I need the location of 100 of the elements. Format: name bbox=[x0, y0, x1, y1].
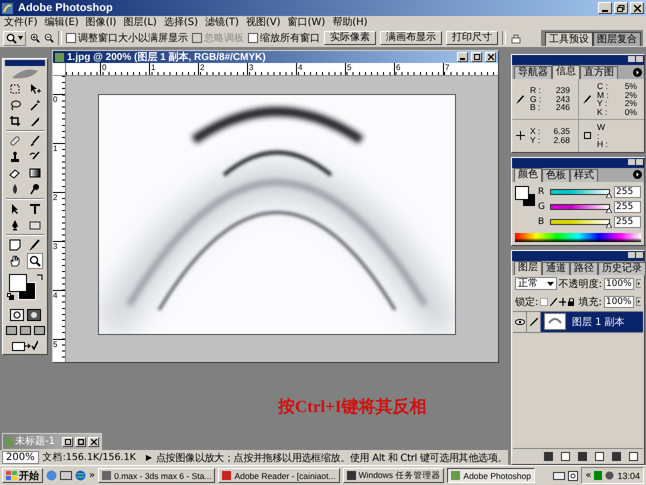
lock-icon[interactable] bbox=[568, 298, 574, 306]
close-button[interactable] bbox=[88, 436, 99, 446]
slider-thumb[interactable] bbox=[606, 222, 612, 228]
marquee-icon[interactable] bbox=[8, 82, 22, 96]
hand-icon[interactable] bbox=[8, 254, 22, 268]
channel-value-field[interactable]: 255 bbox=[614, 216, 641, 228]
palette-minimize-button[interactable] bbox=[628, 252, 635, 258]
swap-arrows-icon[interactable] bbox=[36, 274, 43, 281]
zoom-icon[interactable] bbox=[28, 254, 42, 268]
taskbar-button[interactable]: Adobe Reader - [cainiaot... bbox=[218, 468, 340, 483]
close-button[interactable] bbox=[630, 2, 644, 14]
lock-move-icon[interactable] bbox=[558, 298, 566, 306]
imageready-jump-icon[interactable] bbox=[12, 340, 38, 351]
menu-item[interactable]: 视图(V) bbox=[246, 16, 281, 28]
layer-row[interactable]: 图层 1 副本 bbox=[541, 312, 643, 332]
keyboard-icon[interactable] bbox=[553, 472, 566, 480]
palette-menu-icon[interactable] bbox=[633, 68, 642, 76]
fill-field[interactable]: 100% bbox=[604, 296, 634, 308]
quick-mask-icon[interactable] bbox=[26, 309, 40, 321]
speaker-icon[interactable] bbox=[605, 471, 614, 480]
channel-value-field[interactable]: 255 bbox=[614, 186, 641, 198]
dodge-icon[interactable] bbox=[28, 182, 42, 196]
palette-well-icon[interactable] bbox=[510, 32, 522, 44]
start-button[interactable]: 开始 bbox=[2, 468, 43, 483]
palette-tab[interactable]: 路径 bbox=[570, 262, 598, 274]
color-spectrum-bar[interactable] bbox=[515, 232, 641, 242]
trash-icon[interactable] bbox=[629, 452, 638, 461]
restore-button[interactable] bbox=[614, 2, 628, 14]
palette-tab[interactable]: 信息 bbox=[552, 65, 580, 79]
taskbar-button[interactable]: Windows 任务管理器 bbox=[342, 468, 444, 483]
layer-mask-icon[interactable] bbox=[561, 452, 570, 461]
adjustment-layer-icon[interactable] bbox=[595, 452, 604, 461]
menu-item[interactable]: 选择(S) bbox=[164, 16, 198, 28]
taskbar-button[interactable]: Adobe Photoshop bbox=[447, 468, 535, 483]
menu-item[interactable]: 滤镜(T) bbox=[204, 16, 239, 28]
close-button[interactable] bbox=[485, 52, 496, 62]
standard-mode-icon[interactable] bbox=[10, 309, 24, 321]
menu-item[interactable]: 图层(L) bbox=[123, 16, 157, 28]
lock-transparency-icon[interactable] bbox=[540, 298, 548, 306]
flyout-arrow-icon[interactable] bbox=[636, 279, 641, 288]
lock-brush-icon[interactable] bbox=[550, 298, 557, 306]
palette-tab[interactable]: 历史记录 bbox=[598, 262, 646, 274]
checkbox[interactable] bbox=[66, 33, 76, 43]
zoom-out-icon[interactable] bbox=[44, 33, 54, 43]
opacity-field[interactable]: 100% bbox=[604, 278, 634, 290]
option-button[interactable]: 满画布显示 bbox=[380, 31, 442, 45]
help-icon[interactable] bbox=[568, 470, 578, 480]
status-menu-arrow[interactable]: ▶ bbox=[146, 451, 152, 464]
screen-mode-icon[interactable] bbox=[20, 326, 30, 335]
option-button[interactable]: 实际像素 bbox=[324, 31, 376, 45]
palette-tab[interactable]: 导航器 bbox=[514, 66, 552, 79]
menu-item[interactable]: 帮助(H) bbox=[332, 16, 368, 28]
taskbar-button[interactable]: 0.max - 3ds max 6 - Sta... bbox=[98, 468, 216, 483]
palette-tab[interactable]: 直方图 bbox=[580, 66, 618, 79]
palette-tab[interactable]: 图层 bbox=[514, 260, 542, 274]
palette-tab[interactable]: 样式 bbox=[570, 168, 598, 182]
screen-mode-icon[interactable] bbox=[34, 326, 44, 335]
desktop-icon[interactable] bbox=[60, 470, 72, 480]
channel-value-field[interactable]: 255 bbox=[614, 200, 641, 212]
slider-thumb[interactable] bbox=[606, 208, 612, 212]
tray-expand[interactable]: « bbox=[585, 470, 592, 481]
palette-tab[interactable]: 颜色 bbox=[514, 168, 542, 182]
move-arrow-icon[interactable] bbox=[28, 82, 42, 96]
palette-menu-icon[interactable] bbox=[633, 170, 642, 179]
restore-button[interactable] bbox=[62, 436, 73, 446]
palette-close-button[interactable] bbox=[636, 158, 643, 164]
palette-tab[interactable]: 色板 bbox=[542, 168, 570, 182]
color-swatches[interactable] bbox=[515, 186, 536, 206]
more-quick-launch[interactable]: » bbox=[89, 470, 96, 481]
note-icon[interactable] bbox=[8, 238, 22, 252]
status-indicator-icon[interactable] bbox=[594, 471, 602, 480]
menu-item[interactable]: 编辑(E) bbox=[44, 16, 79, 28]
option-button[interactable]: 打印尺寸 bbox=[446, 31, 498, 45]
menu-item[interactable]: 文件(F) bbox=[4, 16, 38, 28]
stamp-icon[interactable] bbox=[8, 150, 22, 164]
eye-icon[interactable] bbox=[514, 318, 524, 324]
slider-thumb[interactable] bbox=[606, 192, 612, 198]
flyout-arrow-icon[interactable] bbox=[636, 297, 642, 306]
checkbox[interactable] bbox=[248, 33, 258, 43]
eyedropper-icon[interactable] bbox=[28, 238, 42, 252]
minimize-button[interactable] bbox=[598, 2, 612, 14]
maximize-button[interactable] bbox=[75, 436, 86, 446]
maximize-button[interactable] bbox=[471, 52, 482, 62]
menu-item[interactable]: 图像(I) bbox=[86, 16, 116, 28]
tool-preset-picker[interactable] bbox=[3, 30, 26, 46]
palette-well-tab[interactable]: 图层复合 bbox=[593, 32, 641, 46]
brush-icon[interactable] bbox=[28, 134, 42, 148]
screen-mode-icon[interactable] bbox=[6, 326, 16, 335]
magic-wand-icon[interactable] bbox=[28, 98, 42, 112]
gradient-icon[interactable] bbox=[28, 166, 42, 180]
menu-item[interactable]: 窗口(W) bbox=[288, 16, 326, 28]
color-swatches[interactable] bbox=[9, 274, 36, 300]
zoom-field[interactable]: 200% bbox=[2, 451, 39, 464]
crop-icon[interactable] bbox=[8, 114, 22, 128]
globe-icon[interactable] bbox=[75, 470, 86, 481]
palette-minimize-button[interactable] bbox=[628, 158, 635, 164]
type-icon[interactable] bbox=[28, 202, 42, 216]
zoom-in-icon[interactable] bbox=[30, 33, 40, 43]
minimize-button[interactable] bbox=[457, 52, 468, 62]
palette-well-tab[interactable]: 工具预设 bbox=[545, 32, 593, 46]
